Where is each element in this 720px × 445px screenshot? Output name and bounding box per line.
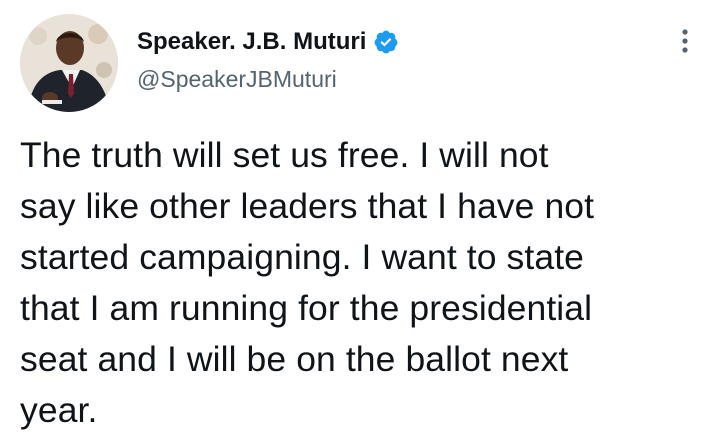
display-name[interactable]: Speaker. J.B. Muturi bbox=[137, 28, 366, 56]
author-name-row: Speaker. J.B. Muturi bbox=[137, 25, 399, 59]
more-options-icon[interactable] bbox=[671, 24, 699, 58]
tweet-card: Speaker. J.B. Muturi @SpeakerJBMuturi Th… bbox=[0, 0, 720, 445]
verified-badge-icon bbox=[373, 29, 399, 55]
avatar[interactable] bbox=[20, 14, 118, 112]
tweet-text: The truth will set us free. I will not s… bbox=[20, 135, 595, 430]
author-handle[interactable]: @SpeakerJBMuturi bbox=[137, 66, 337, 93]
profile-photo bbox=[20, 14, 118, 112]
